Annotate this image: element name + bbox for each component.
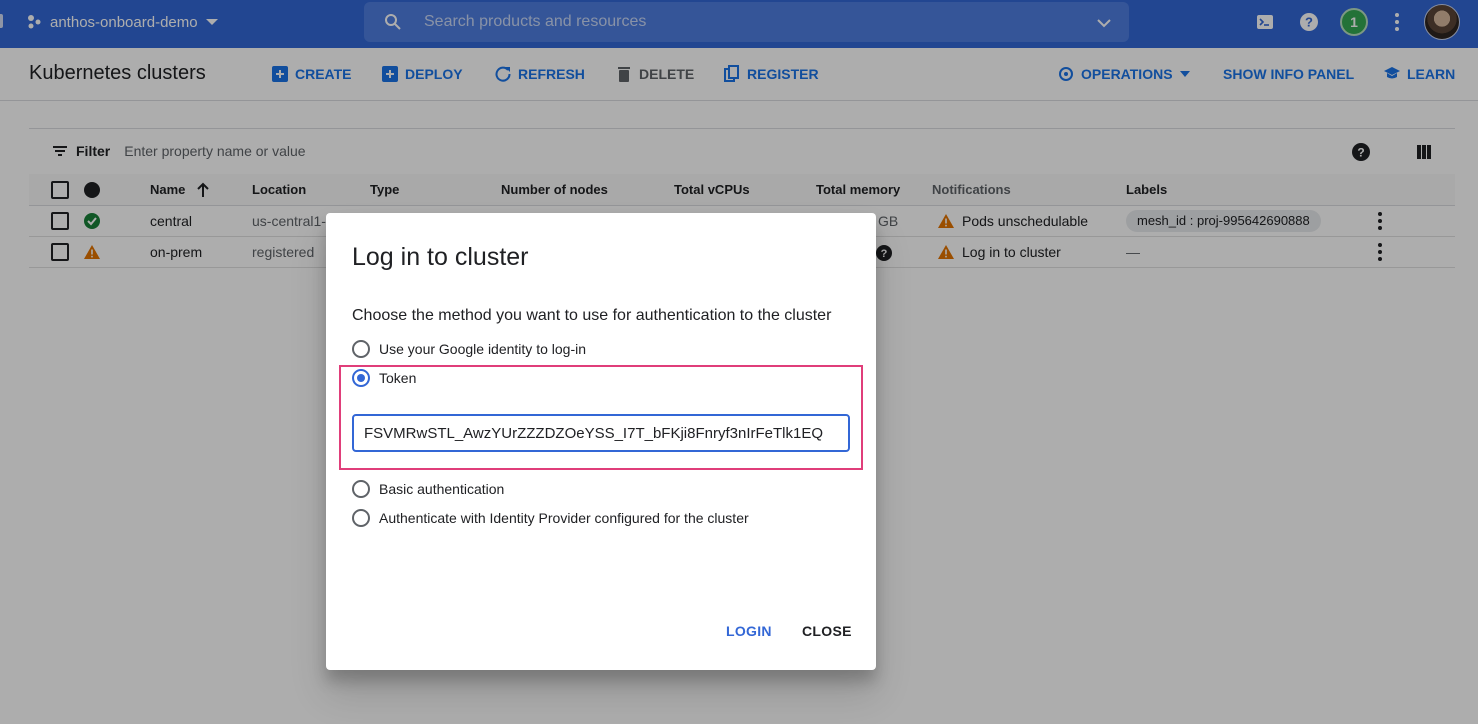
radio-button[interactable] (352, 480, 370, 498)
option-token[interactable]: Token (352, 369, 416, 387)
option-identity-provider[interactable]: Authenticate with Identity Provider conf… (352, 509, 749, 527)
login-button[interactable]: LOGIN (726, 623, 772, 639)
radio-button[interactable] (352, 509, 370, 527)
token-input[interactable] (352, 414, 850, 452)
close-button[interactable]: CLOSE (802, 623, 852, 639)
option-basic-auth[interactable]: Basic authentication (352, 480, 504, 498)
login-dialog: Log in to cluster Choose the method you … (326, 213, 876, 670)
dialog-description: Choose the method you want to use for au… (352, 307, 832, 324)
dialog-title: Log in to cluster (352, 243, 529, 271)
radio-button[interactable] (352, 340, 370, 358)
radio-button-selected[interactable] (352, 369, 370, 387)
option-google-identity[interactable]: Use your Google identity to log-in (352, 340, 586, 358)
